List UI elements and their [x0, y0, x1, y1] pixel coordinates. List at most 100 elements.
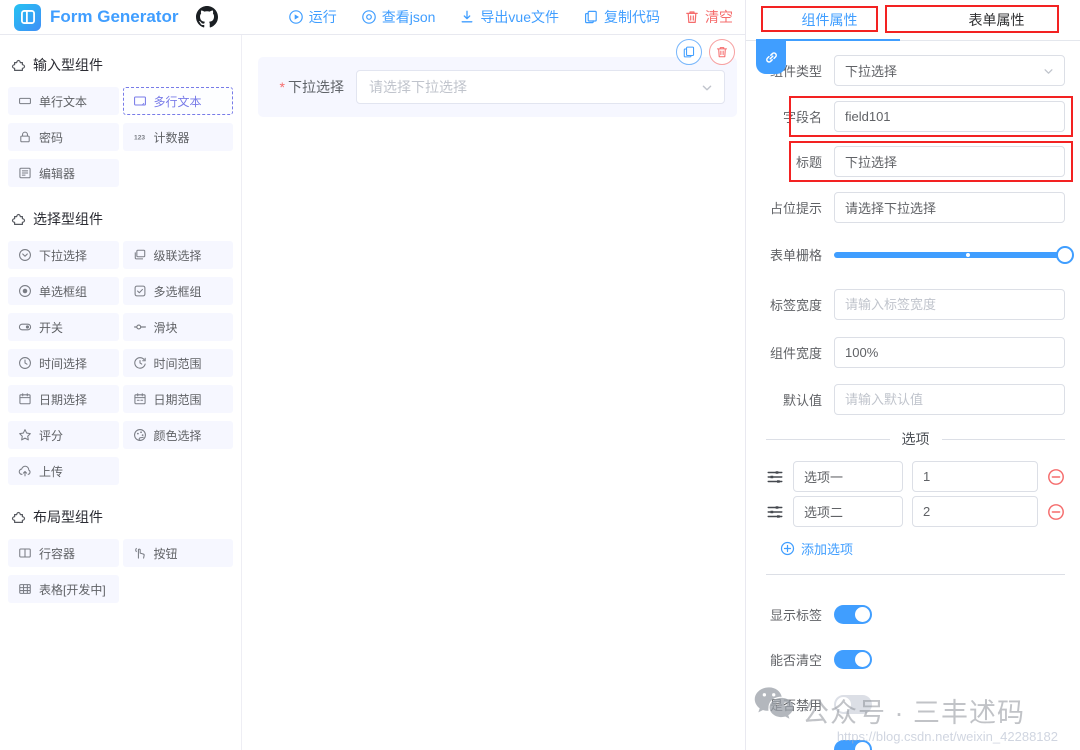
partially-visible-toggle[interactable] — [834, 740, 872, 750]
input-components-grid: 单行文本 多行文本 密码 计数器 编辑器 — [8, 87, 233, 187]
prop-label: 字段名 — [782, 110, 822, 125]
sidebar-item-upload[interactable]: 上传 — [8, 457, 119, 485]
sidebar-item-select[interactable]: 下拉选择 — [8, 241, 119, 269]
prop-row-placeholder: 占位提示 — [766, 192, 1065, 223]
sidebar-item-time-range[interactable]: 时间范围 — [122, 349, 233, 377]
add-option-button[interactable]: 添加选项 — [780, 539, 1065, 558]
trash-icon — [684, 9, 700, 25]
delete-component-button[interactable] — [709, 39, 735, 65]
slider-track[interactable] — [834, 245, 1074, 264]
prop-label: 表单栅格 — [769, 248, 822, 263]
sidebar-item-time-picker[interactable]: 时间选择 — [8, 349, 119, 377]
cascader-icon — [133, 248, 147, 262]
slider-handle[interactable] — [1056, 245, 1074, 264]
sidebar-item-rate[interactable]: 评分 — [8, 421, 119, 449]
prop-label: 默认值 — [782, 393, 822, 408]
row-icon — [18, 546, 32, 560]
option-name-input[interactable] — [793, 496, 903, 527]
sidebar-item-password[interactable]: 密码 — [8, 123, 119, 151]
sidebar-item-date-picker[interactable]: 日期选择 — [8, 385, 119, 413]
prop-row-component-type: 组件类型 下拉选择 — [766, 55, 1065, 86]
right-panel: 组件属性 表单属性 组件类型 下拉选择 字段名 标题 — [745, 0, 1080, 750]
clearable-toggle[interactable] — [834, 650, 872, 669]
duplicate-component-button[interactable] — [676, 39, 702, 65]
switch-icon — [18, 320, 32, 334]
remove-option-button[interactable] — [1047, 503, 1065, 521]
link-icon[interactable] — [756, 41, 786, 74]
tab-component-props[interactable]: 组件属性 — [746, 0, 913, 41]
label-width-input[interactable] — [834, 289, 1065, 320]
section-divider — [766, 574, 1065, 575]
tab-form-props[interactable]: 表单属性 — [913, 0, 1080, 40]
drawing-board: * 下拉选择 请选择下拉选择 — [242, 35, 747, 750]
sidebar-item-cascader[interactable]: 级联选择 — [122, 241, 233, 269]
copy-icon — [682, 45, 696, 59]
prop-label: 标题 — [795, 155, 822, 170]
drag-handle-icon[interactable] — [766, 503, 784, 521]
date-icon — [18, 392, 32, 406]
lock-icon — [18, 130, 32, 144]
github-icon[interactable] — [196, 6, 218, 28]
puzzle-icon — [10, 57, 26, 73]
sidebar-item-counter[interactable]: 计数器 — [122, 123, 233, 151]
sidebar-item-row-container[interactable]: 行容器 — [8, 539, 119, 567]
sidebar-item-radio-group[interactable]: 单选框组 — [8, 277, 119, 305]
clear-button[interactable]: 清空 — [684, 7, 733, 27]
sidebar-item-editor[interactable]: 编辑器 — [8, 159, 119, 187]
layout-components-grid: 行容器 按钮 表格[开发中] — [8, 539, 233, 603]
export-vue-button[interactable]: 导出vue文件 — [459, 7, 559, 27]
option-value-input[interactable] — [912, 496, 1038, 527]
editor-icon — [18, 166, 32, 180]
field-name-input[interactable] — [834, 101, 1065, 132]
component-type-select[interactable]: 下拉选择 — [834, 55, 1065, 86]
sidebar-item-button[interactable]: 按钮 — [122, 539, 233, 567]
sidebar-item-switch[interactable]: 开关 — [8, 313, 119, 341]
select-field[interactable]: 请选择下拉选择 — [356, 70, 725, 104]
option-row — [766, 496, 1065, 527]
prop-label: 显示标签 — [769, 608, 822, 623]
disabled-toggle[interactable] — [834, 695, 872, 714]
placeholder-input[interactable] — [834, 192, 1065, 223]
form-grid-slider[interactable] — [834, 239, 1074, 270]
time-icon — [18, 356, 32, 370]
textarea-icon — [133, 94, 147, 108]
prop-label: 占位提示 — [769, 201, 822, 216]
play-circle-icon — [288, 9, 304, 25]
sidebar-item-table[interactable]: 表格[开发中] — [8, 575, 119, 603]
prop-label: 组件宽度 — [769, 346, 822, 361]
sidebar-item-checkbox-group[interactable]: 多选框组 — [122, 277, 233, 305]
sidebar-item-slider[interactable]: 滑块 — [122, 313, 233, 341]
drag-handle-icon[interactable] — [766, 468, 784, 486]
default-value-input[interactable] — [834, 384, 1065, 415]
select-icon — [18, 248, 32, 262]
view-json-button[interactable]: 查看json — [361, 7, 435, 27]
left-body: 输入型组件 单行文本 多行文本 密码 计数器 编辑器 选择型组件 下拉选择 级联… — [0, 35, 747, 750]
prop-row-label-width: 标签宽度 — [766, 289, 1065, 320]
option-row — [766, 461, 1065, 492]
option-name-input[interactable] — [793, 461, 903, 492]
minus-circle-icon — [1047, 468, 1065, 486]
select-placeholder: 请选择下拉选择 — [369, 79, 467, 95]
title-input[interactable] — [834, 146, 1065, 177]
app-logo-icon — [14, 3, 41, 31]
select-components-grid: 下拉选择 级联选择 单选框组 多选框组 开关 滑块 时间选择 时间范围 日期选择… — [8, 241, 233, 485]
selected-form-item[interactable]: * 下拉选择 请选择下拉选择 — [258, 57, 737, 117]
component-properties-panel: 组件类型 下拉选择 字段名 标题 占位提示 表单 — [746, 41, 1080, 750]
sidebar-item-color-picker[interactable]: 颜色选择 — [122, 421, 233, 449]
sidebar-item-single-line-text[interactable]: 单行文本 — [8, 87, 119, 115]
sidebar-item-date-range[interactable]: 日期范围 — [122, 385, 233, 413]
component-width-input[interactable] — [834, 337, 1065, 368]
section-title-input-components: 输入型组件 — [10, 55, 233, 75]
prop-label: 标签宽度 — [769, 298, 822, 313]
remove-option-button[interactable] — [1047, 468, 1065, 486]
color-icon — [133, 428, 147, 442]
run-button[interactable]: 运行 — [288, 7, 337, 27]
show-label-toggle[interactable] — [834, 605, 872, 624]
option-value-input[interactable] — [912, 461, 1038, 492]
slider-stop-marker — [965, 252, 970, 257]
sidebar-item-multi-line-text[interactable]: 多行文本 — [122, 87, 233, 115]
copy-code-button[interactable]: 复制代码 — [583, 7, 660, 27]
rate-icon — [18, 428, 32, 442]
chevron-down-icon — [1041, 64, 1056, 79]
prop-row-component-width: 组件宽度 — [766, 337, 1065, 368]
